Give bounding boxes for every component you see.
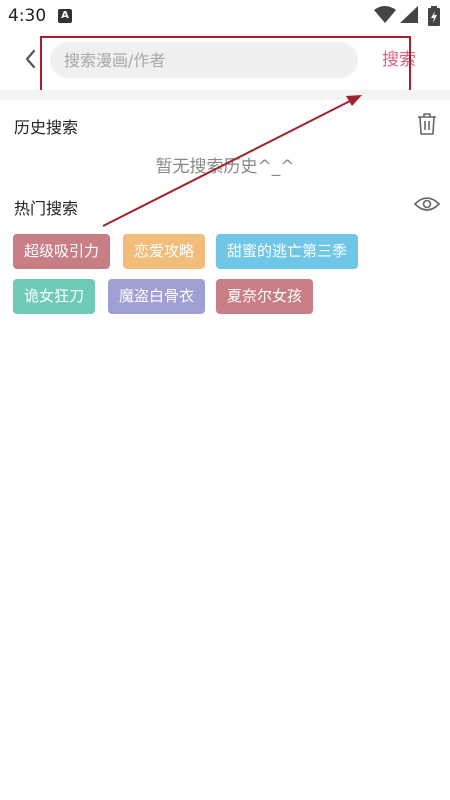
hot-tag[interactable]: 甜蜜的逃亡第三季 [216, 234, 359, 269]
hot-tag[interactable]: 超级吸引力 [13, 234, 111, 269]
hot-tag[interactable]: 恋爱攻略 [123, 234, 206, 269]
chevron-left-icon[interactable] [20, 48, 42, 70]
divider-strip [0, 90, 450, 100]
annotation-highlight-box [40, 36, 411, 92]
hot-tag[interactable]: 魔盗白骨衣 [108, 279, 206, 314]
history-title: 历史搜索 [14, 118, 79, 137]
eye-icon[interactable] [414, 194, 440, 214]
status-bar: 4:30 A [0, 0, 450, 32]
battery-charging-icon [428, 6, 440, 26]
empty-history-text: 暂无搜索历史^_^ [155, 157, 295, 177]
wifi-icon [374, 6, 396, 23]
app-notification-icon: A [58, 9, 72, 23]
hot-tag[interactable]: 诡女狂刀 [13, 279, 96, 314]
content-panel: 历史搜索 暂无搜索历史^_^ 热门搜索 超级吸引力 恋爱攻略 甜蜜的逃亡第三季 … [0, 100, 450, 800]
hot-tag[interactable]: 夏奈尔女孩 [216, 279, 314, 314]
trash-icon[interactable] [416, 112, 438, 136]
signal-icon [400, 6, 418, 23]
hot-search-title: 热门搜索 [14, 199, 79, 218]
status-time: 4:30 [8, 6, 47, 26]
